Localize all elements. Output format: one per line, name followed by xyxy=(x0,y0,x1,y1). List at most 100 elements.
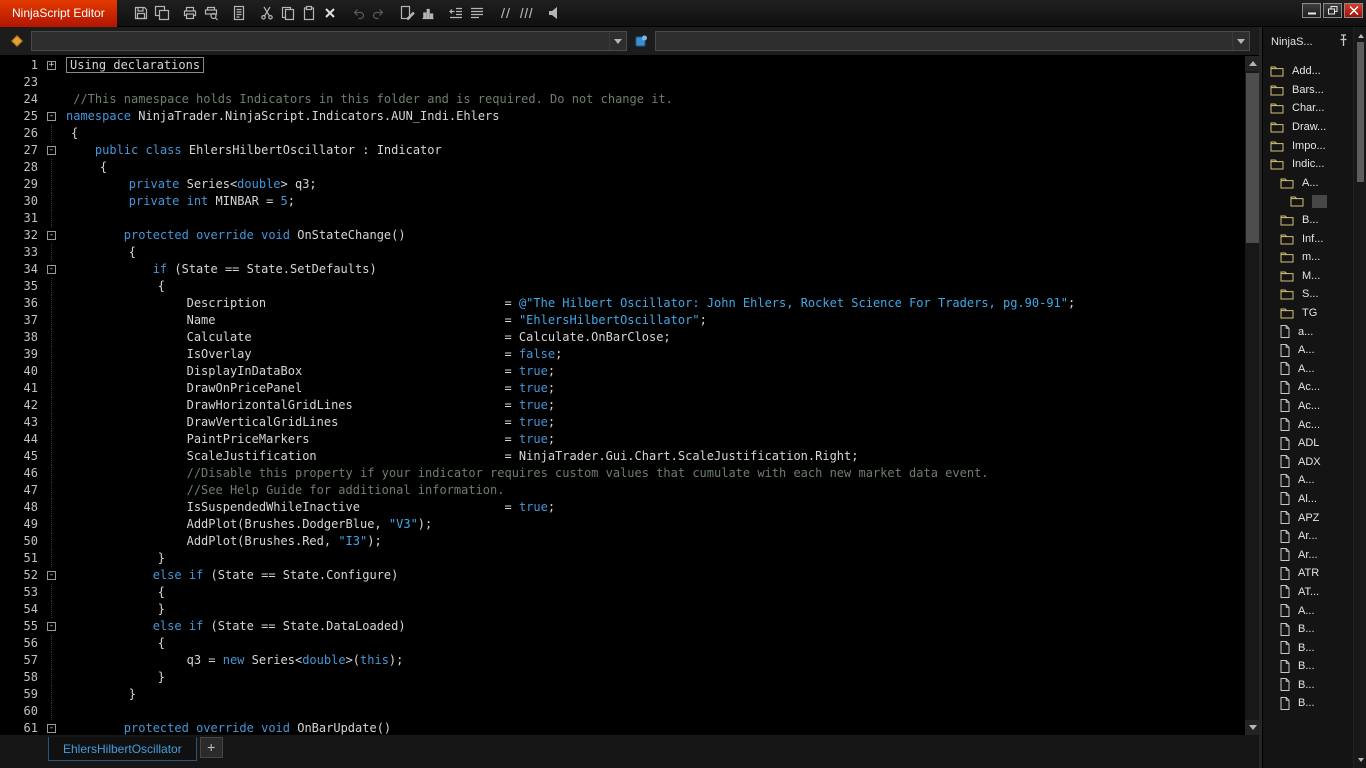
code-line[interactable]: 28 { xyxy=(0,159,1244,176)
code-line[interactable]: 27- public class EhlersHilbertOscillator… xyxy=(0,142,1244,159)
tree-item[interactable]: A... xyxy=(1263,341,1353,360)
tree-item[interactable]: Ar... xyxy=(1263,545,1353,564)
code-line[interactable]: 59 } xyxy=(0,686,1244,703)
code-line[interactable]: 57 q3 = new Series<double>(this); xyxy=(0,652,1244,669)
tree-item[interactable]: A... xyxy=(1263,174,1353,193)
tree-item[interactable]: Ar... xyxy=(1263,527,1353,546)
tree-item[interactable]: AT... xyxy=(1263,583,1353,602)
code-line[interactable]: 41 DrawOnPricePanel = true; xyxy=(0,380,1244,397)
tree-item[interactable]: B... xyxy=(1263,694,1353,713)
cut-icon[interactable] xyxy=(257,3,278,24)
tree-item[interactable]: ADX xyxy=(1263,452,1353,471)
code-line[interactable]: 37 Name = "EhlersHilbertOscillator"; xyxy=(0,312,1244,329)
scroll-up-icon[interactable] xyxy=(1354,29,1366,42)
code-line[interactable]: 30 private int MINBAR = 5; xyxy=(0,193,1244,210)
tree-item[interactable]: Indic... xyxy=(1263,155,1353,174)
align-icon[interactable] xyxy=(467,3,488,24)
document-tab[interactable]: EhlersHilbertOscillator xyxy=(48,737,197,761)
code-line[interactable]: 54 } xyxy=(0,601,1244,618)
code-line[interactable]: 40 DisplayInDataBox = true; xyxy=(0,363,1244,380)
member-dropdown[interactable] xyxy=(655,31,1251,51)
delete-icon[interactable] xyxy=(320,3,341,24)
tree-item[interactable]: A... xyxy=(1263,601,1353,620)
code-line[interactable]: 46 //Disable this property if your indic… xyxy=(0,465,1244,482)
tree-item[interactable]: Inf... xyxy=(1263,229,1353,248)
tree-item[interactable]: B... xyxy=(1263,638,1353,657)
code-line[interactable]: 60 xyxy=(0,703,1244,720)
close-button[interactable] xyxy=(1344,3,1363,18)
scroll-up-icon[interactable] xyxy=(1245,56,1260,71)
code-line[interactable]: 36 Description = @"The Hilbert Oscillato… xyxy=(0,295,1244,312)
tree-item[interactable]: Bars... xyxy=(1263,81,1353,100)
code-line[interactable]: 61- protected override void OnBarUpdate(… xyxy=(0,720,1244,735)
scroll-down-icon[interactable] xyxy=(1354,753,1366,766)
explorer-scrollbar[interactable] xyxy=(1353,27,1366,768)
fold-collapse-icon[interactable]: - xyxy=(46,567,62,584)
code-line[interactable]: 31 xyxy=(0,210,1244,227)
print-icon[interactable] xyxy=(180,3,201,24)
tree-item[interactable]: B... xyxy=(1263,657,1353,676)
editor-scrollbar[interactable] xyxy=(1244,56,1259,735)
code-line[interactable]: 45 ScaleJustification = NinjaTrader.Gui.… xyxy=(0,448,1244,465)
code-line[interactable]: 32- protected override void OnStateChang… xyxy=(0,227,1244,244)
fold-expand-icon[interactable]: + xyxy=(46,57,62,74)
code-line[interactable]: 52- else if (State == State.Configure) xyxy=(0,567,1244,584)
code-line[interactable]: 39 IsOverlay = false; xyxy=(0,346,1244,363)
print-preview-icon[interactable] xyxy=(201,3,222,24)
scroll-down-icon[interactable] xyxy=(1245,720,1260,735)
save-all-icon[interactable] xyxy=(152,3,173,24)
restore-button[interactable] xyxy=(1323,3,1342,18)
edit-script-icon[interactable] xyxy=(397,3,418,24)
tree-item[interactable]: A... xyxy=(1263,360,1353,379)
tree-item[interactable]: B... xyxy=(1263,211,1353,230)
pin-icon[interactable] xyxy=(1338,34,1349,50)
insert-chart-icon[interactable] xyxy=(418,3,439,24)
code-line[interactable]: 35 { xyxy=(0,278,1244,295)
minimize-button[interactable] xyxy=(1302,3,1321,18)
code-line[interactable]: 25-namespace NinjaTrader.NinjaScript.Ind… xyxy=(0,108,1244,125)
editor-scrollbar-thumb[interactable] xyxy=(1246,73,1259,243)
fold-collapse-icon[interactable]: - xyxy=(46,261,62,278)
tree-item[interactable]: Char... xyxy=(1263,99,1353,118)
fold-collapse-icon[interactable]: - xyxy=(46,618,62,635)
tree-item[interactable]: M... xyxy=(1263,267,1353,286)
chevron-down-icon[interactable] xyxy=(1232,32,1249,50)
tree-item[interactable]: B... xyxy=(1263,676,1353,695)
tree-item[interactable]: ATR xyxy=(1263,564,1353,583)
fold-collapse-icon[interactable]: - xyxy=(46,227,62,244)
compile-icon[interactable] xyxy=(544,3,565,24)
tree-item[interactable]: m... xyxy=(1263,248,1353,267)
explorer-scrollbar-thumb[interactable] xyxy=(1357,42,1364,182)
comment-icon[interactable] xyxy=(495,3,516,24)
type-dropdown[interactable] xyxy=(31,31,627,51)
code-line[interactable]: 23 xyxy=(0,74,1244,91)
tree-item[interactable]: Add... xyxy=(1263,62,1353,81)
code-line[interactable]: 29 private Series<double> q3; xyxy=(0,176,1244,193)
code-line[interactable]: 24 //This namespace holds Indicators in … xyxy=(0,91,1244,108)
code-line[interactable]: 1+Using declarations xyxy=(0,57,1244,74)
undo-icon[interactable] xyxy=(348,3,369,24)
code-line[interactable]: 33 { xyxy=(0,244,1244,261)
code-line[interactable]: 42 DrawHorizontalGridLines = true; xyxy=(0,397,1244,414)
code-line[interactable]: 51 } xyxy=(0,550,1244,567)
tree-item[interactable]: Draw... xyxy=(1263,118,1353,137)
tree-item[interactable]: Ac... xyxy=(1263,397,1353,416)
tree-item[interactable]: Impo... xyxy=(1263,136,1353,155)
redo-icon[interactable] xyxy=(369,3,390,24)
tree-item[interactable]: APZ xyxy=(1263,508,1353,527)
paste-icon[interactable] xyxy=(299,3,320,24)
tree-item[interactable]: B... xyxy=(1263,620,1353,639)
uncomment-icon[interactable] xyxy=(516,3,537,24)
code-line[interactable]: 47 //See Help Guide for additional infor… xyxy=(0,482,1244,499)
code-line[interactable]: 26{ xyxy=(0,125,1244,142)
code-line[interactable]: 43 DrawVerticalGridLines = true; xyxy=(0,414,1244,431)
page-setup-icon[interactable] xyxy=(229,3,250,24)
tree-item[interactable]: Ac... xyxy=(1263,378,1353,397)
decrease-indent-icon[interactable] xyxy=(446,3,467,24)
code-editor[interactable]: 1+Using declarations2324 //This namespac… xyxy=(0,56,1244,735)
tree-item[interactable]: Al... xyxy=(1263,490,1353,509)
code-line[interactable]: 34- if (State == State.SetDefaults) xyxy=(0,261,1244,278)
code-line[interactable]: 50 AddPlot(Brushes.Red, "I3"); xyxy=(0,533,1244,550)
code-line[interactable]: 44 PaintPriceMarkers = true; xyxy=(0,431,1244,448)
fold-collapse-icon[interactable]: - xyxy=(46,108,62,125)
